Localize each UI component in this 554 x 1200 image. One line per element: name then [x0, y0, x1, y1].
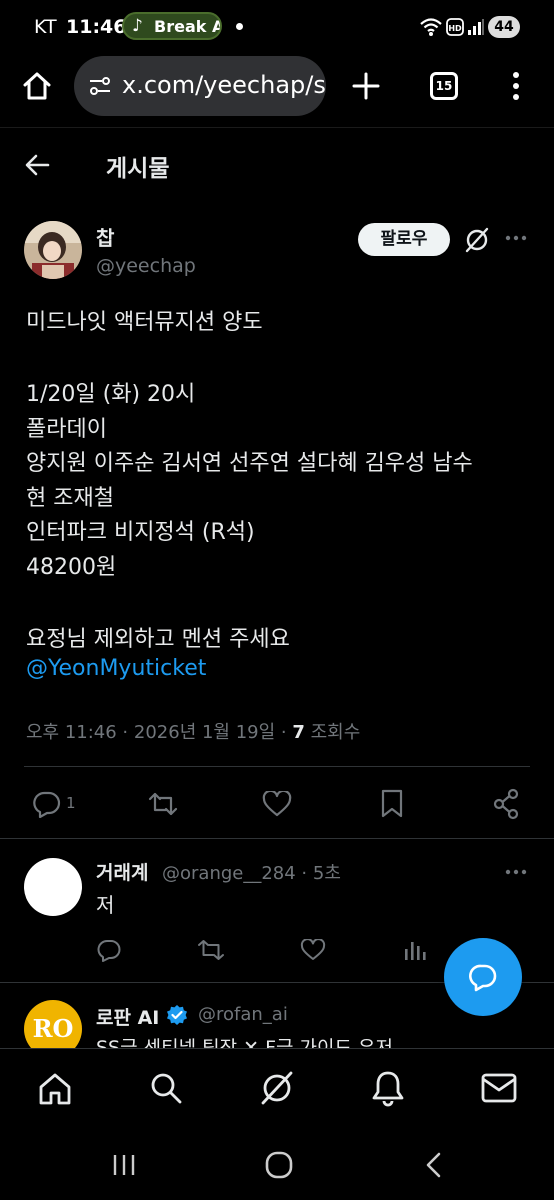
home-icon[interactable]	[22, 71, 52, 101]
author-display-name[interactable]: 찹	[96, 222, 114, 251]
music-playing-pill[interactable]: ♪ Break A	[122, 12, 222, 40]
post-text-line: 폴라데이	[26, 417, 107, 442]
battery-indicator: 44	[488, 16, 520, 38]
mention-link[interactable]: @YeonMyuticket	[26, 656, 206, 681]
post-divider	[0, 838, 554, 839]
avatar[interactable]	[24, 221, 82, 279]
home-button-icon[interactable]	[264, 1150, 294, 1180]
home-icon[interactable]	[37, 1071, 73, 1107]
reply-avatar[interactable]	[24, 858, 82, 916]
compose-icon	[469, 964, 497, 992]
retweet-icon[interactable]	[146, 791, 180, 817]
wifi-icon	[420, 18, 442, 36]
follow-button[interactable]: 팔로우	[358, 223, 450, 256]
reply-author-name[interactable]: 로판 AI	[96, 1003, 159, 1030]
retweet-icon[interactable]	[196, 938, 226, 962]
reply-icon[interactable]	[96, 938, 122, 962]
site-settings-icon[interactable]	[88, 75, 112, 97]
reply-text: 저	[96, 893, 115, 917]
url-text: x.com/yeechap/st	[122, 71, 326, 99]
mail-icon[interactable]	[481, 1073, 517, 1103]
reply-icon[interactable]	[32, 790, 62, 818]
more-icon[interactable]	[504, 868, 528, 876]
verified-badge-icon	[167, 1005, 187, 1025]
share-icon[interactable]	[492, 788, 520, 820]
avatar-logo-text: RO	[32, 1014, 74, 1043]
status-clock: 11:46	[66, 16, 127, 38]
views-icon[interactable]	[402, 938, 426, 962]
notification-dot-icon	[236, 23, 243, 30]
address-bar[interactable]: x.com/yeechap/st	[74, 56, 326, 116]
post-text-line: 48200원	[26, 555, 117, 580]
like-icon[interactable]	[262, 791, 292, 817]
reply-count: 1	[66, 794, 76, 812]
music-title: Break A	[154, 17, 222, 36]
toolbar-divider	[0, 127, 554, 128]
post-timestamp[interactable]: 오후 11:46 · 2026년 1월 19일 ·	[26, 722, 292, 743]
grok-icon[interactable]	[464, 227, 490, 253]
signal-icon	[468, 19, 484, 35]
grok-icon[interactable]	[259, 1070, 295, 1106]
bottom-nav	[0, 1049, 554, 1131]
svg-text:HD: HD	[448, 24, 462, 33]
views-label: 조회수	[304, 722, 361, 743]
system-nav-bar	[0, 1131, 554, 1200]
tab-switcher-button[interactable]: 15	[430, 72, 458, 100]
reply-handle[interactable]: @rofan_ai	[198, 1004, 288, 1025]
back-button-icon[interactable]	[422, 1151, 446, 1179]
bell-icon[interactable]	[371, 1069, 405, 1107]
post-text-line: 양지원 이주순 김서연 선주연 설다혜 김우성 남수	[26, 451, 473, 476]
carrier-label: KT	[34, 16, 57, 38]
author-handle[interactable]: @yeechap	[96, 255, 196, 277]
reply-handle[interactable]: @orange__284 · 5초	[162, 859, 341, 885]
bookmark-icon[interactable]	[380, 789, 404, 819]
post-meta: 오후 11:46 · 2026년 1월 19일 · 7 조회수	[26, 718, 360, 744]
post-text-line: 현 조재철	[26, 486, 114, 511]
views-count: 7	[292, 722, 305, 743]
hd-voice-icon: HD	[446, 18, 464, 36]
search-icon[interactable]	[149, 1071, 183, 1105]
page-title: 게시물	[106, 156, 170, 182]
post-text-line: 요정님 제외하고 멘션 주세요	[26, 627, 290, 652]
browser-menu-icon[interactable]	[508, 70, 524, 102]
compose-reply-button[interactable]	[444, 938, 522, 1016]
meta-divider	[24, 766, 530, 767]
status-bar: KT 11:46 ♪ Break A HD 44	[0, 0, 554, 54]
music-note-icon: ♪	[132, 16, 143, 36]
more-icon[interactable]	[504, 234, 528, 242]
back-arrow-icon[interactable]	[24, 151, 52, 179]
recent-apps-icon[interactable]	[110, 1151, 138, 1179]
reply-author-name[interactable]: 거래계	[96, 858, 148, 885]
post-text-line: 미드나잇 액터뮤지션 양도	[26, 310, 263, 335]
like-icon[interactable]	[300, 939, 326, 961]
new-tab-icon[interactable]	[352, 72, 380, 100]
browser-toolbar: x.com/yeechap/st 15	[0, 54, 554, 124]
post-text-line: 1/20일 (화) 20시	[26, 382, 196, 407]
post-text-line: 인터파크 비지정석 (R석)	[26, 520, 255, 545]
